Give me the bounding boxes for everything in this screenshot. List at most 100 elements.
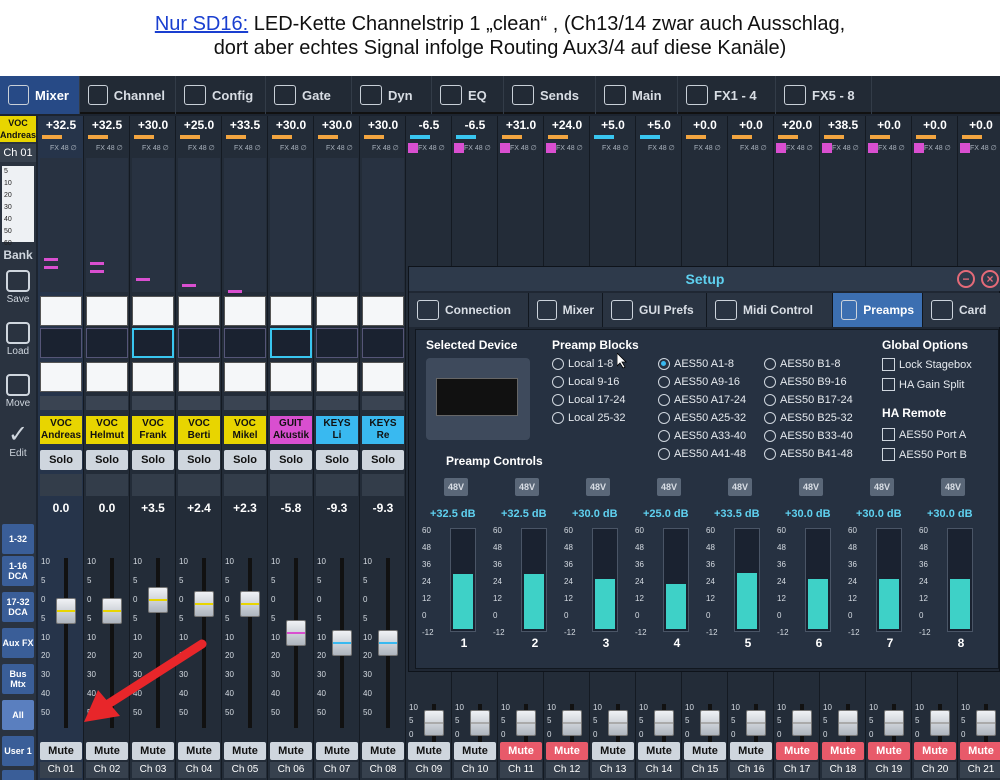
fader-knob[interactable] <box>516 710 536 736</box>
preamp-gain-value[interactable]: +5.0 <box>590 116 636 134</box>
setup-tab-mixer[interactable]: Mixer <box>529 293 603 327</box>
preamp-gain-value[interactable]: +30.0 <box>130 116 176 134</box>
ha-gain-split-checkbox[interactable]: HA Gain Split <box>882 378 964 391</box>
pan-indicator[interactable] <box>362 396 404 410</box>
phantom-48v-button[interactable]: 48V <box>657 478 681 496</box>
fader-knob[interactable] <box>286 620 306 646</box>
gate-curve-display[interactable] <box>362 296 404 326</box>
eq-curve-display[interactable] <box>178 328 220 358</box>
mute-button[interactable]: Mute <box>868 742 910 760</box>
dyn-curve-display[interactable] <box>270 362 312 392</box>
preamp-block-radio[interactable]: AES50 B1-8 <box>764 358 841 370</box>
eq-curve-display[interactable] <box>86 328 128 358</box>
mute-button[interactable]: Mute <box>822 742 864 760</box>
channel-name-label[interactable]: VOC Andreas <box>40 416 82 444</box>
layer-button-2[interactable]: 17-32 DCA <box>2 592 34 622</box>
dyn-curve-display[interactable] <box>224 362 266 392</box>
preamp-gain-value[interactable]: +30.0 <box>360 116 406 134</box>
fader-knob[interactable] <box>746 710 766 736</box>
preamp-block-radio[interactable]: AES50 A1-8 <box>658 358 734 370</box>
fader-knob[interactable] <box>608 710 628 736</box>
phantom-48v-button[interactable]: 48V <box>444 478 468 496</box>
mute-button[interactable]: Mute <box>776 742 818 760</box>
preamp-gain-value[interactable]: +31.0 <box>498 116 544 134</box>
eq-curve-display[interactable] <box>316 328 358 358</box>
nav-tab-mixer[interactable]: Mixer <box>0 76 80 114</box>
preamp-block-radio[interactable]: AES50 B17-24 <box>764 394 853 406</box>
channel-name-label[interactable]: KEYS Li <box>316 416 358 444</box>
fader-knob[interactable] <box>378 630 398 656</box>
move-button[interactable]: Move <box>0 374 36 409</box>
dyn-curve-display[interactable] <box>132 362 174 392</box>
save-button[interactable]: Save <box>0 270 36 305</box>
fader-knob[interactable] <box>424 710 444 736</box>
fader-knob[interactable] <box>700 710 720 736</box>
gate-curve-display[interactable] <box>40 296 82 326</box>
preamp-gain-value[interactable]: +25.0 <box>176 116 222 134</box>
solo-button[interactable]: Solo <box>270 450 312 470</box>
dyn-curve-display[interactable] <box>362 362 404 392</box>
preamp-block-radio[interactable]: AES50 A41-48 <box>658 448 746 460</box>
eq-curve-display[interactable] <box>270 328 312 358</box>
pan-indicator[interactable] <box>224 396 266 410</box>
preamp-block-radio[interactable]: AES50 B41-48 <box>764 448 853 460</box>
nav-tab-config[interactable]: Config <box>176 76 266 114</box>
gate-curve-display[interactable] <box>224 296 266 326</box>
preamp-gain-value[interactable]: -6.5 <box>452 116 498 134</box>
preamp-gain-value[interactable]: +33.5 <box>222 116 268 134</box>
nav-tab-fx1-4[interactable]: FX1 - 4 <box>678 76 776 114</box>
preamp-block-radio[interactable]: Local 25-32 <box>552 412 626 424</box>
pan-indicator[interactable] <box>178 396 220 410</box>
fader-knob[interactable] <box>194 591 214 617</box>
phantom-48v-button[interactable]: 48V <box>799 478 823 496</box>
channel-name-label[interactable]: KEYS Re <box>362 416 404 444</box>
preamp-block-radio[interactable]: AES50 B9-16 <box>764 376 847 388</box>
solo-button[interactable]: Solo <box>86 450 128 470</box>
caption-link[interactable]: Nur SD16: <box>155 13 248 35</box>
lock-stagebox-checkbox[interactable]: Lock Stagebox <box>882 358 972 371</box>
layer-button-5[interactable]: All <box>2 700 34 730</box>
port-b-checkbox[interactable]: AES50 Port B <box>882 448 967 461</box>
preamp-gain-value[interactable]: +0.0 <box>682 116 728 134</box>
layer-button-1[interactable]: 1-16 DCA <box>2 556 34 586</box>
preamp-gain-value[interactable]: +0.0 <box>912 116 958 134</box>
phantom-48v-button[interactable]: 48V <box>941 478 965 496</box>
fader-knob[interactable] <box>930 710 950 736</box>
phantom-48v-button[interactable]: 48V <box>728 478 752 496</box>
preamp-gain-value[interactable]: +5.0 <box>636 116 682 134</box>
mute-button[interactable]: Mute <box>224 742 266 760</box>
preamp-block-radio[interactable]: AES50 A17-24 <box>658 394 746 406</box>
preamp-block-radio[interactable]: Local 9-16 <box>552 376 619 388</box>
fader-knob[interactable] <box>562 710 582 736</box>
solo-button[interactable]: Solo <box>178 450 220 470</box>
gate-curve-display[interactable] <box>132 296 174 326</box>
fader-knob[interactable] <box>102 598 122 624</box>
mute-button[interactable]: Mute <box>454 742 496 760</box>
setup-tab-connection[interactable]: Connection <box>409 293 529 327</box>
port-a-checkbox[interactable]: AES50 Port A <box>882 428 966 441</box>
nav-tab-eq[interactable]: EQ <box>432 76 504 114</box>
mute-button[interactable]: Mute <box>316 742 358 760</box>
preamp-gain-value[interactable]: +32.5 <box>38 116 84 134</box>
gate-curve-display[interactable] <box>86 296 128 326</box>
fader-knob[interactable] <box>838 710 858 736</box>
mute-button[interactable]: Mute <box>592 742 634 760</box>
layer-button-0[interactable]: 1-32 <box>2 524 34 554</box>
load-button[interactable]: Load <box>0 322 36 357</box>
phantom-48v-button[interactable]: 48V <box>515 478 539 496</box>
preamp-block-radio[interactable]: AES50 B33-40 <box>764 430 853 442</box>
mute-button[interactable]: Mute <box>40 742 82 760</box>
phantom-48v-button[interactable]: 48V <box>586 478 610 496</box>
mute-button[interactable]: Mute <box>684 742 726 760</box>
fader-knob[interactable] <box>976 710 996 736</box>
preamp-gain-value[interactable]: +32.5 <box>84 116 130 134</box>
dyn-curve-display[interactable] <box>40 362 82 392</box>
preamp-gain-value[interactable]: +20.0 <box>774 116 820 134</box>
layer-button-3[interactable]: Aux FX <box>2 628 34 658</box>
channel-name-label[interactable]: VOC Frank <box>132 416 174 444</box>
mute-button[interactable]: Mute <box>270 742 312 760</box>
dyn-curve-display[interactable] <box>86 362 128 392</box>
fader-knob[interactable] <box>792 710 812 736</box>
nav-tab-fx5-8[interactable]: FX5 - 8 <box>776 76 872 114</box>
preamp-gain-value[interactable]: +0.0 <box>866 116 912 134</box>
